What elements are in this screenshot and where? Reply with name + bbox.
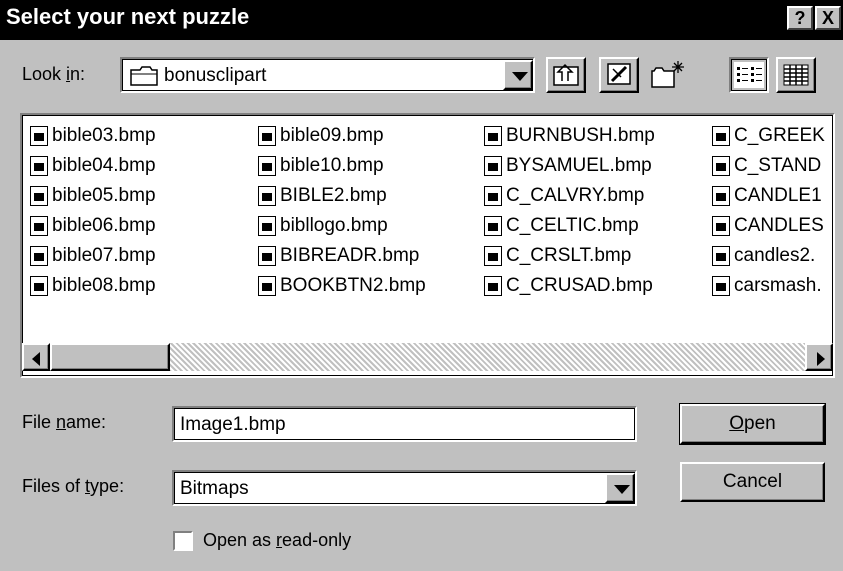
- bitmap-file-icon: [484, 156, 502, 176]
- read-only-label: Open as read-only: [203, 530, 352, 550]
- look-in-dropdown-button[interactable]: [503, 60, 533, 90]
- open-button[interactable]: Open: [679, 403, 826, 445]
- chevron-down-icon: [512, 72, 528, 81]
- desktop-button[interactable]: [599, 57, 639, 93]
- close-button[interactable]: X: [815, 6, 841, 30]
- file-item[interactable]: C_CRSLT.bmp: [484, 241, 655, 271]
- file-name-field[interactable]: Image1.bmp: [172, 406, 637, 442]
- file-column: bible03.bmp bible04.bmp bible05.bmp bibl…: [30, 121, 156, 301]
- file-item[interactable]: C_STAND: [712, 151, 825, 181]
- file-item[interactable]: bible09.bmp: [258, 121, 426, 151]
- read-only-checkbox[interactable]: [173, 531, 193, 551]
- help-button[interactable]: ?: [787, 6, 813, 30]
- file-type-dropdown-button[interactable]: [605, 473, 635, 503]
- file-column: C_GREEK C_STAND CANDLE1 CANDLES candles2…: [712, 121, 825, 301]
- new-folder-button[interactable]: [648, 57, 688, 93]
- bitmap-file-icon: [712, 246, 730, 266]
- scroll-right-button[interactable]: [805, 343, 833, 371]
- bitmap-file-icon: [30, 276, 48, 296]
- bitmap-file-icon: [484, 246, 502, 266]
- file-item[interactable]: C_CALVRY.bmp: [484, 181, 655, 211]
- bitmap-file-icon: [258, 126, 276, 146]
- file-column: bible09.bmp bible10.bmp BIBLE2.bmp bibll…: [258, 121, 426, 301]
- look-in-combo[interactable]: bonusclipart: [120, 57, 535, 93]
- list-view-button[interactable]: [729, 57, 769, 93]
- file-item[interactable]: bible04.bmp: [30, 151, 156, 181]
- file-item[interactable]: BURNBUSH.bmp: [484, 121, 655, 151]
- bitmap-file-icon: [258, 216, 276, 236]
- bitmap-file-icon: [484, 216, 502, 236]
- up-one-level-icon: [553, 63, 579, 86]
- details-view-button[interactable]: [776, 57, 816, 93]
- file-item[interactable]: BIBLE2.bmp: [258, 181, 426, 211]
- file-item[interactable]: C_CELTIC.bmp: [484, 211, 655, 241]
- file-item[interactable]: CANDLE1: [712, 181, 825, 211]
- look-in-value: bonusclipart: [164, 65, 267, 86]
- file-item[interactable]: bible10.bmp: [258, 151, 426, 181]
- file-name-label: File name:: [22, 412, 107, 432]
- bitmap-file-icon: [712, 156, 730, 176]
- bitmap-file-icon: [258, 186, 276, 206]
- look-in-label: Look in:: [22, 64, 86, 84]
- file-item[interactable]: C_CRUSAD.bmp: [484, 271, 655, 301]
- bitmap-file-icon: [712, 126, 730, 146]
- bitmap-file-icon: [712, 276, 730, 296]
- file-type-label: Files of type:: [22, 476, 125, 496]
- bitmap-file-icon: [258, 276, 276, 296]
- up-one-level-button[interactable]: [546, 57, 586, 93]
- details-view-icon: [783, 64, 809, 86]
- arrow-right-icon: [817, 352, 825, 366]
- bitmap-file-icon: [712, 186, 730, 206]
- bitmap-file-icon: [712, 216, 730, 236]
- horizontal-scrollbar[interactable]: [22, 343, 833, 371]
- chevron-down-icon: [614, 485, 630, 494]
- bitmap-file-icon: [30, 156, 48, 176]
- file-item[interactable]: CANDLES: [712, 211, 825, 241]
- file-item[interactable]: bible05.bmp: [30, 181, 156, 211]
- file-item[interactable]: candles2.: [712, 241, 825, 271]
- file-column: BURNBUSH.bmp BYSAMUEL.bmp C_CALVRY.bmp C…: [484, 121, 655, 301]
- title-bar: Select your next puzzle ? X: [0, 0, 843, 40]
- bitmap-file-icon: [258, 246, 276, 266]
- bitmap-file-icon: [30, 126, 48, 146]
- new-folder-icon: [651, 61, 684, 88]
- file-item[interactable]: bible07.bmp: [30, 241, 156, 271]
- bitmap-file-icon: [258, 156, 276, 176]
- file-item[interactable]: bible06.bmp: [30, 211, 156, 241]
- bitmap-file-icon: [484, 186, 502, 206]
- file-item[interactable]: carsmash.: [712, 271, 825, 301]
- file-list[interactable]: bible03.bmp bible04.bmp bible05.bmp bibl…: [20, 113, 835, 378]
- arrow-left-icon: [32, 352, 40, 366]
- file-item[interactable]: BIBREADR.bmp: [258, 241, 426, 271]
- bitmap-file-icon: [30, 246, 48, 266]
- file-item[interactable]: bible03.bmp: [30, 121, 156, 151]
- file-item[interactable]: C_GREEK: [712, 121, 825, 151]
- bitmap-file-icon: [30, 216, 48, 236]
- file-item[interactable]: bible08.bmp: [30, 271, 156, 301]
- cancel-button[interactable]: Cancel: [680, 462, 825, 502]
- file-item[interactable]: BOOKBTN2.bmp: [258, 271, 426, 301]
- folder-icon: [130, 66, 158, 86]
- bitmap-file-icon: [30, 186, 48, 206]
- bitmap-file-icon: [484, 276, 502, 296]
- desktop-icon: [607, 63, 631, 85]
- file-item[interactable]: bibllogo.bmp: [258, 211, 426, 241]
- window-title: Select your next puzzle: [6, 4, 250, 29]
- scroll-thumb[interactable]: [50, 343, 170, 371]
- file-type-select[interactable]: Bitmaps: [172, 470, 637, 506]
- scroll-left-button[interactable]: [22, 343, 50, 371]
- bitmap-file-icon: [484, 126, 502, 146]
- file-item[interactable]: BYSAMUEL.bmp: [484, 151, 655, 181]
- list-view-icon: [734, 62, 764, 88]
